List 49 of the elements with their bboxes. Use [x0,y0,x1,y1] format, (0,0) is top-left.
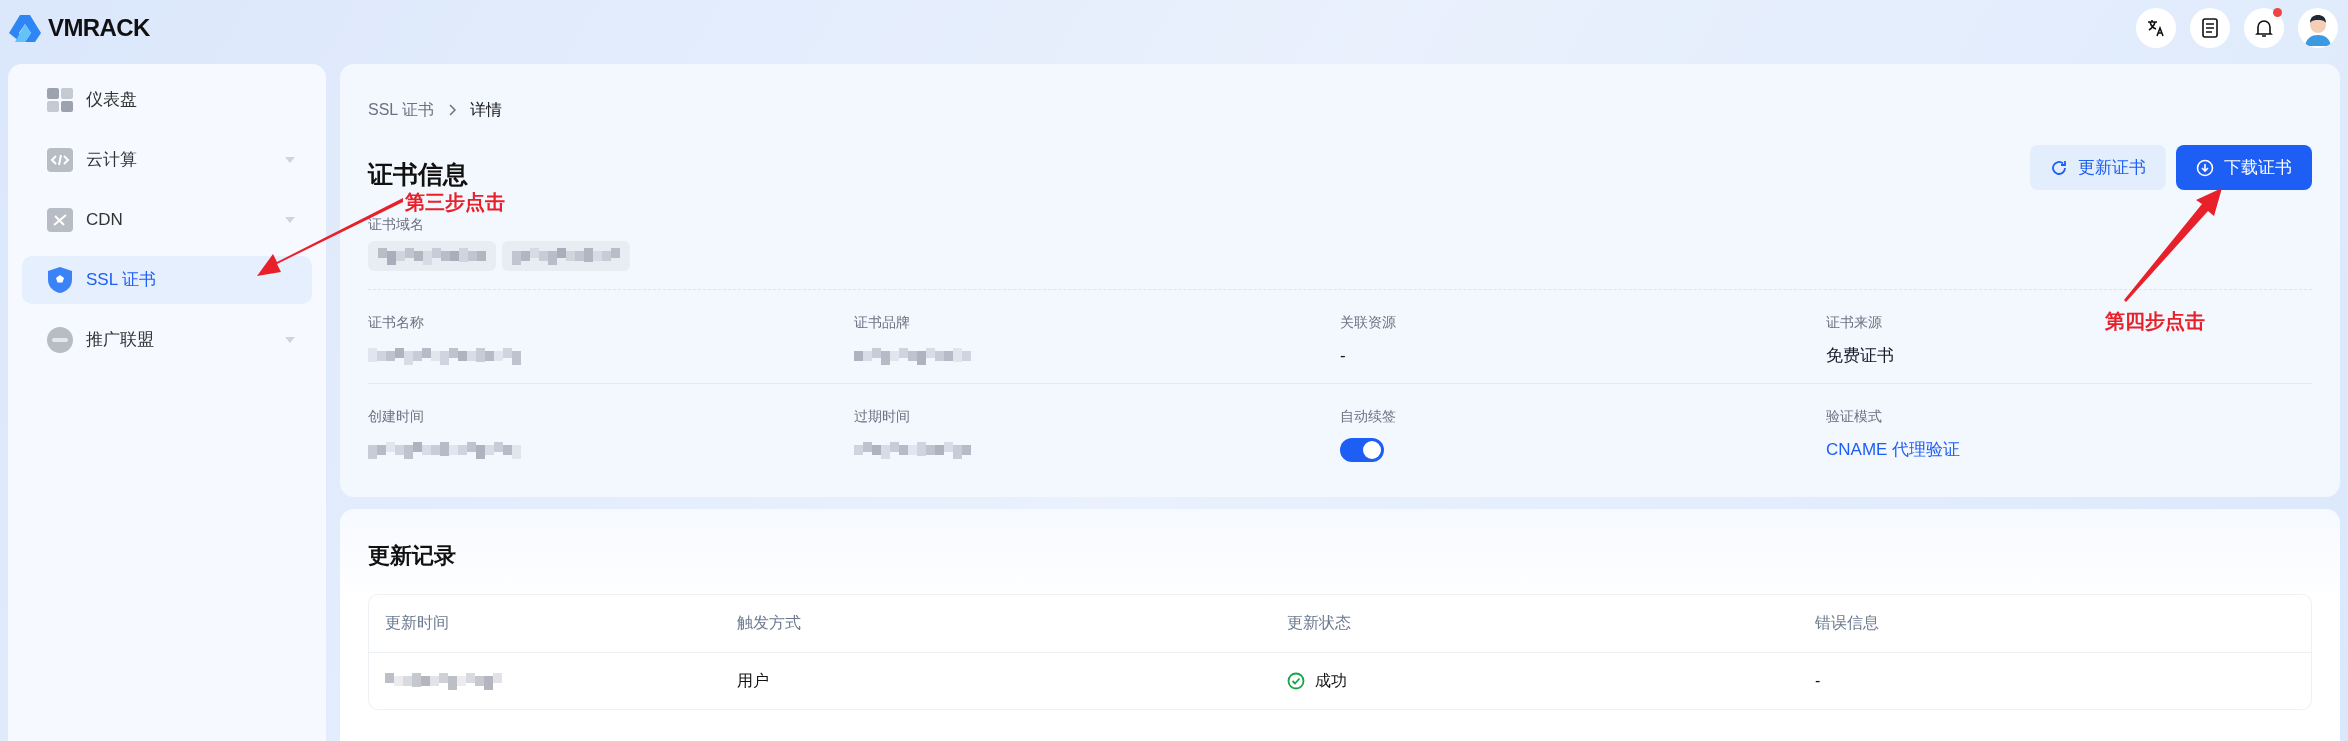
grid-icon [46,87,74,113]
shield-icon [46,266,74,294]
field-label: 验证模式 [1826,406,1882,426]
field-value: - [1340,344,1346,367]
logo-text: VMRACK [48,13,150,43]
section-title: 更新记录 [368,541,457,570]
logo-icon [8,13,42,43]
status-text: 成功 [1315,670,1347,691]
annotation-label: 第四步点击 [2105,309,2205,334]
sidebar-item[interactable]: 云计算 [22,136,312,184]
document-icon [2201,18,2219,38]
notification-button[interactable] [2244,8,2284,48]
field-label: 关联资源 [1340,312,1396,332]
field-label: 创建时间 [368,406,424,426]
download-button[interactable]: 下载证书 [2176,145,2312,191]
field-label: 证书名称 [368,312,424,332]
field-label: 过期时间 [854,406,910,426]
translate-icon [2146,18,2166,38]
sidebar-item[interactable]: SSL 证书 [22,256,312,304]
section-title: 证书信息 [368,159,468,190]
renew-button[interactable]: 更新证书 [2030,145,2166,191]
document-button[interactable] [2190,8,2230,48]
code-icon [46,147,74,173]
sidebar-item[interactable]: 推广联盟 [22,316,312,364]
translate-button[interactable] [2136,8,2176,48]
field-label: 证书来源 [1826,312,1882,332]
download-icon [2196,158,2214,177]
avatar-button[interactable] [2298,8,2338,48]
field-label: 证书域名 [368,214,424,234]
column-header: 错误信息 [1815,613,1880,633]
bell-icon [2254,18,2274,38]
chevron-icon [448,104,457,116]
check-circle-icon [1287,671,1305,690]
refresh-icon [2050,158,2068,177]
auto-renew-switch[interactable] [1340,437,1384,462]
field-value: 免费证书 [1826,344,1894,367]
verification-link[interactable]: CNAME 代理验证 [1826,436,1961,463]
breadcrumb-link[interactable]: SSL 证书 [368,98,435,122]
breadcrumb-current: 详情 [470,100,503,120]
column-header: 更新时间 [385,613,450,633]
field-label: 证书品牌 [854,312,910,332]
column-header: 触发方式 [737,613,802,633]
annotation-label: 第三步点击 [405,190,505,214]
column-header: 更新状态 [1287,613,1352,633]
sidebar-item[interactable]: CDN [22,196,312,244]
table-cell-text: - [1815,670,1822,691]
sidebar-item[interactable]: 仪表盘 [22,76,312,124]
field-label: 自动续签 [1340,406,1396,426]
table-cell-text: 用户 [737,670,770,691]
